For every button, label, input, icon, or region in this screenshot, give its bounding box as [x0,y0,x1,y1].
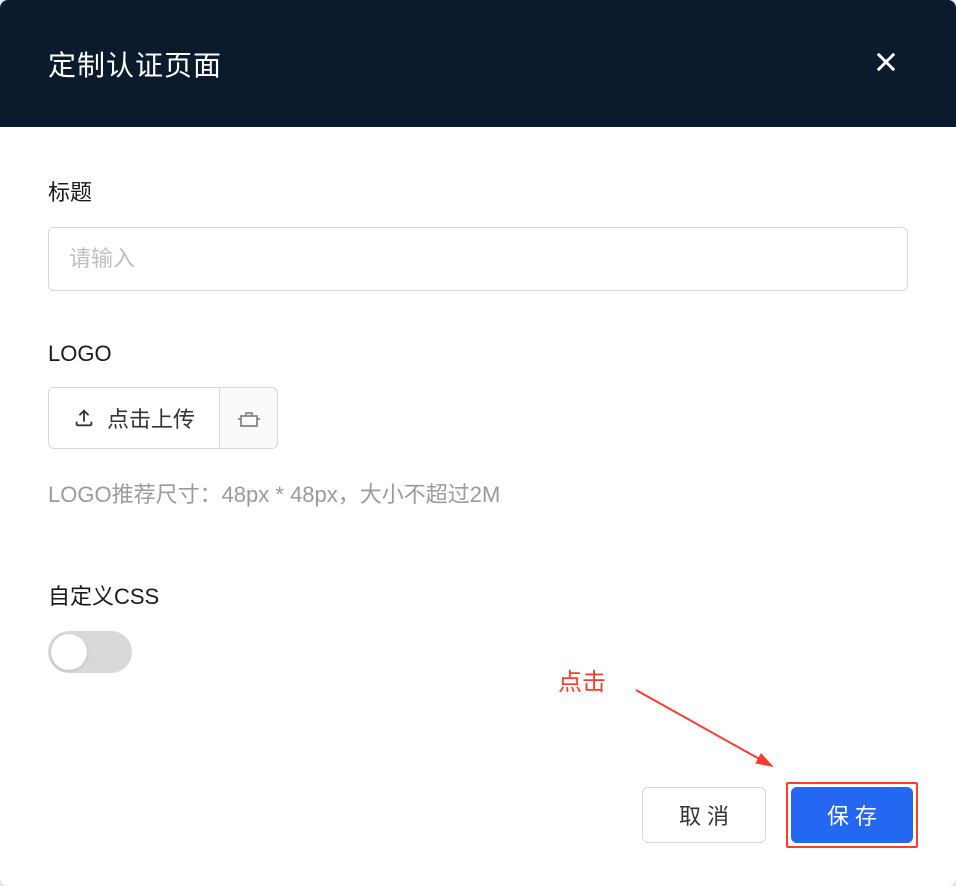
upload-button[interactable]: 点击上传 [48,387,220,449]
upload-icon [73,407,95,429]
modal-footer: 取消 保存 [642,782,918,848]
cancel-button[interactable]: 取消 [642,787,766,843]
modal-dialog: 定制认证页面 标题 LOGO [0,0,956,886]
close-button[interactable] [864,40,908,87]
custom-css-group: 自定义CSS [48,579,908,673]
custom-css-label: 自定义CSS [48,579,908,611]
save-button[interactable]: 保存 [791,787,913,843]
modal-title: 定制认证页面 [48,44,222,84]
clear-icon [237,406,261,430]
upload-button-label: 点击上传 [107,402,195,434]
logo-hint: LOGO推荐尺寸：48px * 48px，大小不超过2M [48,477,908,509]
title-label: 标题 [48,175,908,207]
logo-label: LOGO [48,341,908,367]
modal-body: 标题 LOGO 点击上传 [0,127,956,771]
toggle-knob [51,634,87,670]
title-input[interactable] [48,227,908,291]
clear-button[interactable] [220,387,278,449]
title-group: 标题 [48,175,908,291]
save-button-highlight: 保存 [786,782,918,848]
upload-group: 点击上传 [48,387,908,449]
close-icon [872,48,900,76]
custom-css-toggle[interactable] [48,631,132,673]
modal-header: 定制认证页面 [0,0,956,127]
logo-group: LOGO 点击上传 [48,341,908,509]
